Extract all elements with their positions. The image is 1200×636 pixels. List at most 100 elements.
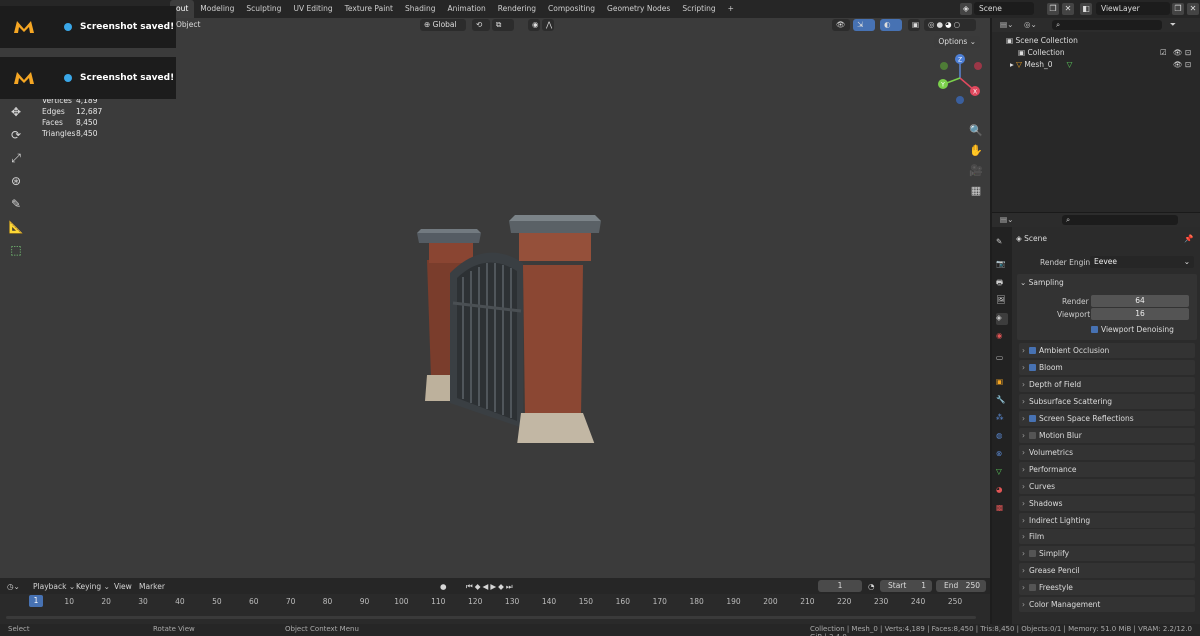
keying-menu[interactable]: Keying ⌄ bbox=[76, 582, 110, 591]
neg-x-handle[interactable] bbox=[974, 62, 982, 70]
render-tab-icon[interactable]: 📷 bbox=[996, 259, 1008, 271]
measure-tool-icon[interactable]: 📐 bbox=[7, 218, 25, 236]
tab-geometry-nodes[interactable]: Geometry Nodes bbox=[601, 0, 676, 18]
panel-performance[interactable]: › Performance bbox=[1019, 461, 1195, 477]
marker-menu[interactable]: Marker bbox=[139, 582, 165, 591]
current-frame-field[interactable]: 1 bbox=[818, 580, 862, 592]
tab-animation[interactable]: Animation bbox=[441, 0, 491, 18]
constraints-tab-icon[interactable]: ⊗ bbox=[996, 449, 1008, 461]
options-dropdown[interactable]: Options ⌄ bbox=[934, 36, 980, 48]
falloff-icon[interactable]: ⋀ bbox=[542, 19, 554, 31]
neg-z-handle[interactable] bbox=[956, 96, 964, 104]
texture-tab-icon[interactable]: ▩ bbox=[996, 503, 1008, 515]
panel-color-management[interactable]: › Color Management bbox=[1019, 597, 1195, 613]
panel-freestyle[interactable]: › Freestyle bbox=[1019, 580, 1195, 596]
xray-icon[interactable]: ▣ bbox=[908, 19, 920, 31]
tab-shading[interactable]: Shading bbox=[399, 0, 441, 18]
properties-editor-icon[interactable]: ▤⌄ bbox=[1000, 215, 1013, 224]
render-samples-field[interactable]: 64 bbox=[1091, 295, 1189, 307]
overlays-toggle-icon[interactable]: ◐ bbox=[880, 19, 902, 31]
physics-tab-icon[interactable]: ◍ bbox=[996, 431, 1008, 443]
timeline-scrollbar[interactable] bbox=[6, 616, 976, 619]
modifier-tab-icon[interactable]: 🔧 bbox=[996, 395, 1008, 407]
outliner-collection[interactable]: ▣ Collection bbox=[1018, 47, 1065, 58]
new-scene-icon[interactable]: ❐ bbox=[1047, 3, 1059, 15]
view-layer-tab-icon[interactable]: 🖼 bbox=[996, 295, 1008, 307]
next-keyframe-icon[interactable]: ◆ bbox=[498, 582, 506, 591]
panel-depth-of-field[interactable]: › Depth of Field bbox=[1019, 376, 1195, 392]
sampling-header[interactable]: ⌄ Sampling bbox=[1020, 278, 1064, 287]
perspective-grid-icon[interactable]: ▦ bbox=[968, 184, 984, 204]
view-layer-icon[interactable]: ◧ bbox=[1080, 3, 1092, 15]
outliner-scene-collection[interactable]: ▣ Scene Collection bbox=[1006, 35, 1078, 46]
visibility-eye-icon[interactable]: 👁 bbox=[1173, 47, 1183, 58]
3d-viewport[interactable]: Object ⊕ Global ⟲ ⧉ ◉ ⋀ 👁 ⇲ ◐ ▣ ◎ ● ◕ ○ … bbox=[0, 18, 990, 578]
jump-start-icon[interactable]: ⏮ bbox=[466, 582, 475, 591]
render-engine-dropdown[interactable]: Eevee ⌄ bbox=[1090, 256, 1194, 268]
collection-tab-icon[interactable]: ▭ bbox=[996, 353, 1008, 365]
panel-enable-checkbox[interactable] bbox=[1029, 584, 1036, 592]
panel-bloom[interactable]: › Bloom bbox=[1019, 359, 1195, 375]
panel-subsurface-scattering[interactable]: › Subsurface Scattering bbox=[1019, 393, 1195, 409]
render-camera-icon[interactable]: ⊡ bbox=[1185, 59, 1191, 70]
gizmo-toggle-icon[interactable]: ⇲ bbox=[853, 19, 875, 31]
zoom-icon[interactable]: 🔍 bbox=[968, 124, 984, 144]
tab-sculpting[interactable]: Sculpting bbox=[240, 0, 287, 18]
panel-simplify[interactable]: › Simplify bbox=[1019, 546, 1195, 562]
wireframe-shading-icon[interactable]: ◎ bbox=[928, 19, 935, 31]
panel-enable-checkbox[interactable] bbox=[1029, 431, 1036, 439]
transform-tool-icon[interactable]: ⊛ bbox=[7, 172, 25, 190]
outliner-search-input[interactable]: ⌕ bbox=[1052, 20, 1162, 30]
rotate-tool-icon[interactable]: ⟳ bbox=[7, 126, 25, 144]
scene-icon[interactable]: ◈ bbox=[960, 3, 972, 15]
material-tab-icon[interactable]: ◕ bbox=[996, 485, 1008, 497]
viewport-denoising-checkbox[interactable]: Viewport Denoising bbox=[1091, 325, 1174, 334]
prev-keyframe-icon[interactable]: ◆ bbox=[475, 582, 483, 591]
timeline-ruler[interactable]: 1 10 20 30 40 50 60 70 80 90 100 110 120 130 140 150 16… bbox=[0, 594, 990, 624]
jump-end-icon[interactable]: ⏭ bbox=[506, 582, 515, 591]
annotate-tool-icon[interactable]: ✎ bbox=[7, 195, 25, 213]
visibility-eye-icon[interactable]: 👁 bbox=[1173, 59, 1183, 70]
outliner-editor-icon[interactable]: ▤⌄ bbox=[1000, 20, 1013, 29]
panel-curves[interactable]: › Curves bbox=[1019, 478, 1195, 494]
play-icon[interactable]: ▶ bbox=[490, 582, 498, 591]
render-camera-icon[interactable]: ⊡ bbox=[1185, 47, 1191, 58]
new-view-layer-icon[interactable]: ❐ bbox=[1172, 3, 1184, 15]
delete-view-layer-icon[interactable]: ✕ bbox=[1187, 3, 1199, 15]
delete-scene-icon[interactable]: ✕ bbox=[1062, 3, 1074, 15]
visibility-icon[interactable]: 👁 bbox=[832, 19, 850, 31]
gate-model[interactable] bbox=[405, 193, 615, 443]
pin-icon[interactable]: 📌 bbox=[1184, 234, 1193, 243]
material-shading-icon[interactable]: ◕ bbox=[945, 19, 952, 31]
panel-motion-blur[interactable]: › Motion Blur bbox=[1019, 427, 1195, 443]
add-cube-tool-icon[interactable]: ⬚ bbox=[7, 241, 25, 259]
tab-uv-editing[interactable]: UV Editing bbox=[287, 0, 338, 18]
add-workspace-button[interactable]: + bbox=[722, 0, 740, 18]
scene-tab-icon[interactable]: ◈ bbox=[996, 313, 1008, 325]
panel-shadows[interactable]: › Shadows bbox=[1019, 495, 1195, 511]
tab-rendering[interactable]: Rendering bbox=[492, 0, 542, 18]
editor-type-icon[interactable]: ◷⌄ bbox=[7, 582, 20, 591]
transform-orientation-dropdown[interactable]: ⊕ Global bbox=[420, 19, 466, 31]
panel-enable-checkbox[interactable] bbox=[1029, 550, 1036, 558]
output-tab-icon[interactable]: 🖶 bbox=[996, 277, 1008, 289]
move-tool-icon[interactable]: ✥ bbox=[7, 103, 25, 121]
panel-volumetrics[interactable]: › Volumetrics bbox=[1019, 444, 1195, 460]
scene-field[interactable]: Scene bbox=[974, 2, 1034, 15]
pivot-icon[interactable]: ⟲ bbox=[472, 19, 490, 31]
outliner[interactable]: ▤⌄ ◎⌄ ⌕ ⏷ ▣ Scene Collection ▣ Collectio… bbox=[992, 18, 1200, 212]
data-tab-icon[interactable]: ▽ bbox=[996, 467, 1008, 479]
view-menu[interactable]: View bbox=[114, 582, 132, 591]
collection-checkbox[interactable]: ☑ bbox=[1160, 47, 1167, 58]
panel-enable-checkbox[interactable] bbox=[1029, 347, 1036, 354]
view-layer-field[interactable]: ViewLayer bbox=[1096, 2, 1170, 15]
camera-view-icon[interactable]: 🎥 bbox=[968, 164, 984, 184]
timeline[interactable]: ◷⌄ Playback ⌄ Keying ⌄ View Marker ● ⏮◆◀… bbox=[0, 578, 990, 624]
panel-enable-checkbox[interactable] bbox=[1029, 414, 1036, 422]
notification-toast[interactable]: Screenshot saved! bbox=[0, 57, 176, 99]
rendered-shading-icon[interactable]: ○ bbox=[954, 19, 961, 31]
display-mode-icon[interactable]: ◎⌄ bbox=[1024, 20, 1037, 29]
scale-tool-icon[interactable]: ⤢ bbox=[7, 149, 25, 167]
end-frame-field[interactable]: End 250 bbox=[936, 580, 986, 592]
playback-menu[interactable]: Playback ⌄ bbox=[33, 582, 75, 591]
